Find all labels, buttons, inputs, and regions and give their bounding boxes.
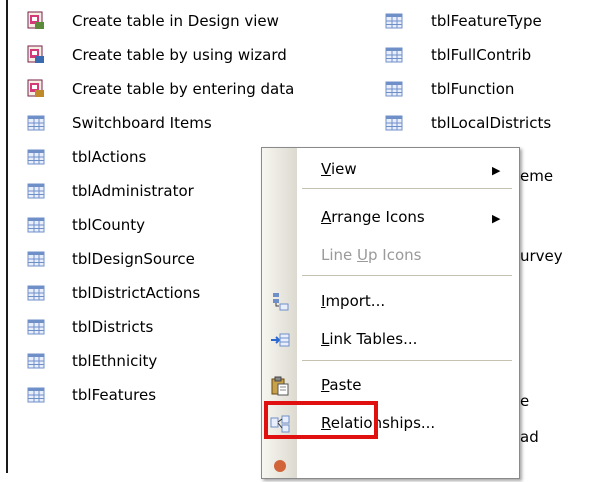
- obscured-label: eme: [520, 167, 554, 185]
- list-item-label: tblActions: [72, 148, 147, 166]
- list-item[interactable]: tblDesignSource: [26, 247, 195, 271]
- submenu-arrow-icon: ▶: [492, 212, 501, 225]
- menu-item-link-tables[interactable]: Link Tables...: [262, 322, 519, 356]
- create-wizard-icon: [27, 45, 44, 63]
- list-item[interactable]: tblCounty: [26, 213, 145, 237]
- paste-highlight-box: [264, 401, 378, 439]
- list-item-label: Create table by entering data: [72, 80, 295, 98]
- table-icon: [27, 217, 45, 233]
- list-item-label: Switchboard Items: [72, 114, 212, 132]
- list-item[interactable]: tblFullContrib: [384, 43, 531, 67]
- table-icon: [27, 251, 45, 267]
- list-item[interactable]: tblDistricts: [26, 315, 153, 339]
- list-item[interactable]: Create table by using wizard: [26, 43, 287, 67]
- list-item-label: tblDistricts: [72, 318, 154, 336]
- list-item[interactable]: Create table in Design view: [26, 9, 279, 33]
- list-item[interactable]: tblFunction: [384, 77, 514, 101]
- list-item[interactable]: Switchboard Items: [26, 111, 212, 135]
- list-item[interactable]: Create table by entering data: [26, 77, 294, 101]
- list-item-label: tblFeatureType: [431, 12, 542, 30]
- table-icon: [27, 353, 45, 369]
- menu-item-label: Line Up Icons: [321, 246, 422, 264]
- obscured-label: urvey: [520, 247, 563, 265]
- create-design-icon: [27, 11, 44, 29]
- list-item-label: tblEthnicity: [72, 352, 158, 370]
- list-item-label: Create table in Design view: [72, 12, 279, 30]
- list-item[interactable]: tblFeatureType: [384, 9, 542, 33]
- submenu-arrow-icon: ▶: [492, 164, 501, 177]
- list-item[interactable]: tblAdministrator: [26, 179, 194, 203]
- list-item[interactable]: tblDistrictActions: [26, 281, 200, 305]
- menu-item-label: Import...: [321, 292, 386, 310]
- list-item[interactable]: tblActions: [26, 145, 146, 169]
- list-item-label: tblFeatures: [72, 386, 157, 404]
- table-icon: [27, 319, 45, 335]
- menu-item-label: Paste: [321, 376, 362, 394]
- table-icon: [385, 47, 403, 63]
- list-item-label: tblDistrictActions: [72, 284, 201, 302]
- list-item-label: tblAdministrator: [72, 182, 194, 200]
- paste-icon: [271, 376, 289, 396]
- import-icon: [273, 293, 289, 311]
- table-icon: [27, 149, 45, 165]
- properties-icon: [274, 460, 286, 472]
- obscured-label: e: [520, 392, 530, 410]
- obscured-label: ad: [520, 428, 539, 446]
- list-item[interactable]: tblEthnicity: [26, 349, 157, 373]
- list-item-label: tblFullContrib: [431, 46, 532, 64]
- menu-separator: [302, 275, 512, 276]
- table-icon: [27, 115, 45, 131]
- menu-item-label: Arrange Icons: [321, 208, 425, 226]
- table-icon: [27, 183, 45, 199]
- menu-separator: [302, 188, 512, 189]
- menu-item-import[interactable]: Import...: [262, 284, 519, 318]
- table-icon: [385, 13, 403, 29]
- list-item[interactable]: tblFeatures: [26, 383, 156, 407]
- table-icon: [385, 115, 403, 131]
- menu-item-paste[interactable]: Paste: [262, 368, 519, 402]
- table-icon: [385, 81, 403, 97]
- menu-item-arrange-icons[interactable]: Arrange Icons ▶: [262, 200, 519, 234]
- list-item-label: tblDesignSource: [72, 250, 195, 268]
- menu-item-view[interactable]: View ▶: [262, 152, 519, 186]
- link-tables-icon: [271, 333, 290, 347]
- menu-item-line-up-icons[interactable]: Line Up Icons: [262, 238, 519, 272]
- list-item-label: tblFunction: [431, 80, 515, 98]
- create-data-icon: [27, 79, 44, 97]
- menu-item-partial[interactable]: [262, 448, 519, 482]
- menu-item-label: Link Tables...: [321, 330, 418, 348]
- table-icon: [27, 285, 45, 301]
- list-item-label: Create table by using wizard: [72, 46, 287, 64]
- menu-separator: [302, 360, 512, 361]
- list-item-label: tblCounty: [72, 216, 145, 234]
- table-icon: [27, 387, 45, 403]
- list-item[interactable]: tblLocalDistricts: [384, 111, 551, 135]
- menu-item-label: View: [321, 160, 357, 178]
- list-item-label: tblLocalDistricts: [431, 114, 552, 132]
